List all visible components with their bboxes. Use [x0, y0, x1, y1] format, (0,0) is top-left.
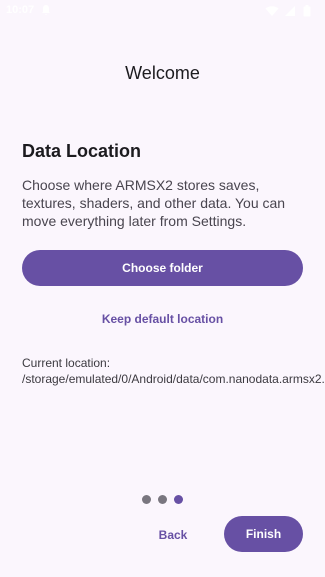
status-time: 10:07: [6, 4, 35, 16]
finish-button[interactable]: Finish: [224, 516, 303, 552]
signal-icon: [284, 4, 298, 16]
status-right: [265, 4, 317, 17]
page-dot: [142, 495, 151, 504]
page-indicator: [142, 495, 183, 504]
page-dot-active: [174, 495, 183, 504]
section-heading: Data Location: [22, 141, 142, 161]
keep-default-location-button[interactable]: Keep default location: [22, 306, 303, 332]
battery-icon: [303, 4, 317, 17]
status-bar: 10:07: [0, 0, 325, 24]
current-location-text: Current location: /storage/emulated/0/An…: [22, 356, 325, 386]
section-description: Choose where ARMSX2 stores saves, textur…: [22, 177, 286, 229]
wifi-icon: [265, 4, 279, 16]
back-button[interactable]: Back: [145, 518, 201, 552]
notification-icon: [40, 4, 54, 16]
page-title: Welcome: [125, 63, 200, 83]
status-left: 10:07: [6, 4, 54, 16]
onboarding-screen: 10:07 Welcome Data Location Choose where…: [0, 0, 325, 577]
page-dot: [158, 495, 167, 504]
choose-folder-button[interactable]: Choose folder: [22, 250, 303, 286]
